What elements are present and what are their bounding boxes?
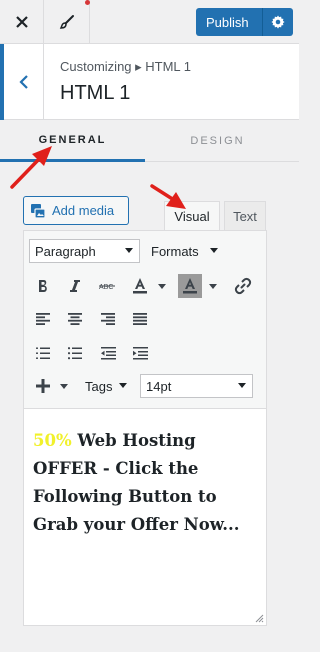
bold-icon [39,280,47,292]
add-media-label: Add media [52,203,115,218]
insert-button[interactable] [31,374,55,398]
outdent-button[interactable] [96,341,120,365]
align-justify-button[interactable] [128,307,152,331]
bold-button[interactable] [31,274,55,298]
highlighted-text: 50% [33,431,72,450]
media-icon [24,203,52,219]
formats-menu[interactable]: Formats [145,239,225,263]
breadcrumb: Customizing ▸ HTML 1 [60,59,192,74]
align-left-button[interactable] [31,307,55,331]
indent-icon [132,346,148,359]
align-right-icon [101,313,115,325]
text-color-icon [133,278,147,294]
chevron-down-icon [210,248,218,253]
align-right-button[interactable] [96,307,120,331]
bullet-list-button[interactable] [63,341,87,365]
tags-menu[interactable]: Tags [79,374,134,398]
tab-text[interactable]: Text [224,201,266,231]
publish-label: Publish [206,14,249,30]
svg-text:ABC: ABC [99,284,113,291]
bullet-list-icon [68,346,82,359]
font-size-select[interactable]: 14pt [140,374,253,398]
link-icon [234,277,252,295]
background-color-button[interactable] [178,274,202,298]
chevron-down-icon [119,383,127,388]
align-justify-icon [133,313,147,325]
close-button[interactable] [0,0,44,44]
close-icon [15,16,28,28]
resize-handle-icon[interactable] [255,614,264,623]
tab-design[interactable]: DESIGN [145,120,290,162]
strikethrough-icon: ABC [99,284,115,291]
text-color-button[interactable] [128,274,152,298]
formats-label: Formats [151,243,199,259]
italic-button[interactable] [63,274,87,298]
align-center-icon [68,313,82,325]
align-left-icon [36,313,50,325]
link-button[interactable] [231,274,255,298]
indent-button[interactable] [128,341,152,365]
notification-dot [85,0,90,5]
chevron-down-icon[interactable] [209,284,217,289]
background-color-icon [183,278,197,294]
chevron-down-icon[interactable] [60,384,68,389]
publish-button[interactable]: Publish [196,8,293,36]
back-button[interactable] [0,44,44,120]
editor-toolbar: Paragraph Formats ABC Tags 14pt [24,231,266,409]
chevron-left-icon [18,75,28,89]
customize-brush-button[interactable] [44,0,90,44]
italic-icon [70,280,80,292]
annotation-arrow-icon [10,146,52,189]
add-media-button[interactable]: Add media [23,196,129,225]
chevron-down-icon[interactable] [158,284,166,289]
brush-icon [59,15,74,29]
gear-icon [271,15,285,29]
tags-label: Tags [85,378,113,394]
rich-text-editor: Paragraph Formats ABC Tags 14pt 50% Web … [23,230,267,626]
top-bar: Publish [0,0,299,44]
insert-icon [36,379,50,393]
publish-settings-button[interactable] [263,15,293,29]
ordered-list-icon [36,347,50,359]
font-size-value: 14pt [146,378,172,394]
outdent-icon [100,346,116,359]
paragraph-format-select[interactable]: Paragraph [29,239,140,263]
chevron-down-icon [125,248,133,253]
section-header: Customizing ▸ HTML 1 HTML 1 [0,44,299,120]
strikethrough-button[interactable]: ABC [96,274,120,298]
paragraph-format-value: Paragraph [35,243,96,259]
chevron-down-icon [238,383,246,388]
annotation-arrow-icon [150,184,186,209]
align-center-button[interactable] [63,307,87,331]
editor-content[interactable]: 50% Web Hosting OFFER - Click the Follow… [33,427,259,539]
ordered-list-button[interactable] [31,341,55,365]
section-title: HTML 1 [60,82,131,104]
